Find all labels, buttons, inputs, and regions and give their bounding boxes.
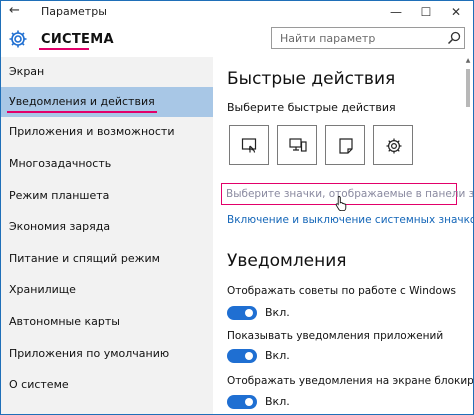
search-input[interactable] <box>272 28 448 48</box>
sidebar-item-label: Приложения и возможности <box>9 125 175 138</box>
search-box[interactable] <box>271 27 465 49</box>
section-title: СИСТЕМА <box>41 32 114 47</box>
sidebar-item-label: О системе <box>9 378 69 391</box>
gear-icon <box>9 30 27 48</box>
sidebar: Экран Уведомления и действия Приложения … <box>1 57 213 414</box>
sidebar-item-label: Экономия заряда <box>9 220 111 233</box>
main-panel: Быстрые действия Выберите быстрые действ… <box>221 57 473 414</box>
quick-action-tile-settings[interactable] <box>373 125 413 165</box>
quick-action-tile-note[interactable] <box>325 125 365 165</box>
main-scrollbar[interactable]: ▲ <box>464 57 472 414</box>
select-taskbar-icons-text: Выберите значки, отображаемые в панели з… <box>226 188 474 200</box>
sidebar-item-battery-saver[interactable]: Экономия заряда <box>1 212 213 242</box>
quick-actions-heading: Быстрые действия <box>227 69 396 89</box>
tablet-mode-icon <box>241 138 257 153</box>
toggle-lockscreen-notifications[interactable] <box>227 395 257 409</box>
toggle-knob <box>245 309 253 317</box>
sidebar-item-display[interactable]: Экран <box>1 57 213 87</box>
search-icon[interactable] <box>447 31 461 45</box>
sidebar-item-label: Приложения по умолчанию <box>9 347 170 360</box>
sidebar-item-label: Многозадачность <box>9 157 112 170</box>
system-icons-link[interactable]: Включение и выключение системных значков <box>227 214 473 226</box>
sidebar-item-about[interactable]: О системе <box>1 370 213 400</box>
toggle-app-notifications-state: Вкл. <box>265 349 290 362</box>
toggle-windows-tips[interactable] <box>227 306 257 320</box>
sidebar-item-power-sleep[interactable]: Питание и спящий режим <box>1 244 213 274</box>
sidebar-item-storage[interactable]: Хранилище <box>1 275 213 305</box>
sidebar-item-notifications[interactable]: Уведомления и действия <box>1 87 213 117</box>
window-title: Параметры <box>41 5 107 18</box>
sidebar-item-multitasking[interactable]: Многозадачность <box>1 149 213 179</box>
hand-cursor-icon <box>335 196 347 211</box>
toggle-knob <box>245 352 253 360</box>
sidebar-item-label: Экран <box>9 65 45 78</box>
toggle-lockscreen-notifications-state: Вкл. <box>265 395 290 408</box>
quick-actions-subtitle: Выберите быстрые действия <box>227 101 396 114</box>
maximize-button[interactable]: ☐ <box>411 1 441 23</box>
toggle-windows-tips-state: Вкл. <box>265 306 290 319</box>
option-app-notifications-label: Показывать уведомления приложений <box>227 330 444 342</box>
sidebar-item-label: Автономные карты <box>9 315 120 328</box>
settings-window: ← Параметры — ☐ ✕ СИСТЕМА Экран Уведомле… <box>0 0 474 415</box>
note-icon <box>339 138 353 154</box>
back-arrow-icon[interactable]: ← <box>9 3 20 18</box>
minimize-button[interactable]: — <box>381 1 411 23</box>
sidebar-item-default-apps[interactable]: Приложения по умолчанию <box>1 339 213 369</box>
close-button[interactable]: ✕ <box>441 1 471 23</box>
scroll-up-arrow-icon[interactable]: ▲ <box>464 57 472 65</box>
sidebar-item-label: Хранилище <box>9 283 76 296</box>
sidebar-item-tablet-mode[interactable]: Режим планшета <box>1 181 213 211</box>
option-windows-tips-label: Отображать советы по работе с Windows <box>227 285 457 297</box>
notifications-heading: Уведомления <box>227 251 347 271</box>
sidebar-item-label: Питание и спящий режим <box>9 252 160 265</box>
option-lockscreen-notifications-label: Отображать уведомления на экране блокиро… <box>227 375 474 387</box>
scroll-thumb[interactable] <box>466 69 470 107</box>
section-title-underline <box>39 48 89 50</box>
sidebar-item-offline-maps[interactable]: Автономные карты <box>1 307 213 337</box>
selected-item-underline <box>7 111 157 113</box>
quick-action-tile-connect[interactable] <box>277 125 317 165</box>
sidebar-item-apps[interactable]: Приложения и возможности <box>1 117 213 147</box>
sidebar-item-label: Режим планшета <box>9 189 110 202</box>
select-taskbar-icons-link[interactable]: Выберите значки, отображаемые в панели з… <box>221 183 473 211</box>
settings-icon <box>386 138 402 154</box>
toggle-knob <box>245 398 253 406</box>
toggle-app-notifications[interactable] <box>227 349 257 363</box>
connect-icon <box>289 138 307 152</box>
title-bar: ← Параметры — ☐ ✕ <box>1 1 473 23</box>
sidebar-item-label: Уведомления и действия <box>9 95 155 108</box>
quick-action-tile-tablet[interactable] <box>229 125 269 165</box>
